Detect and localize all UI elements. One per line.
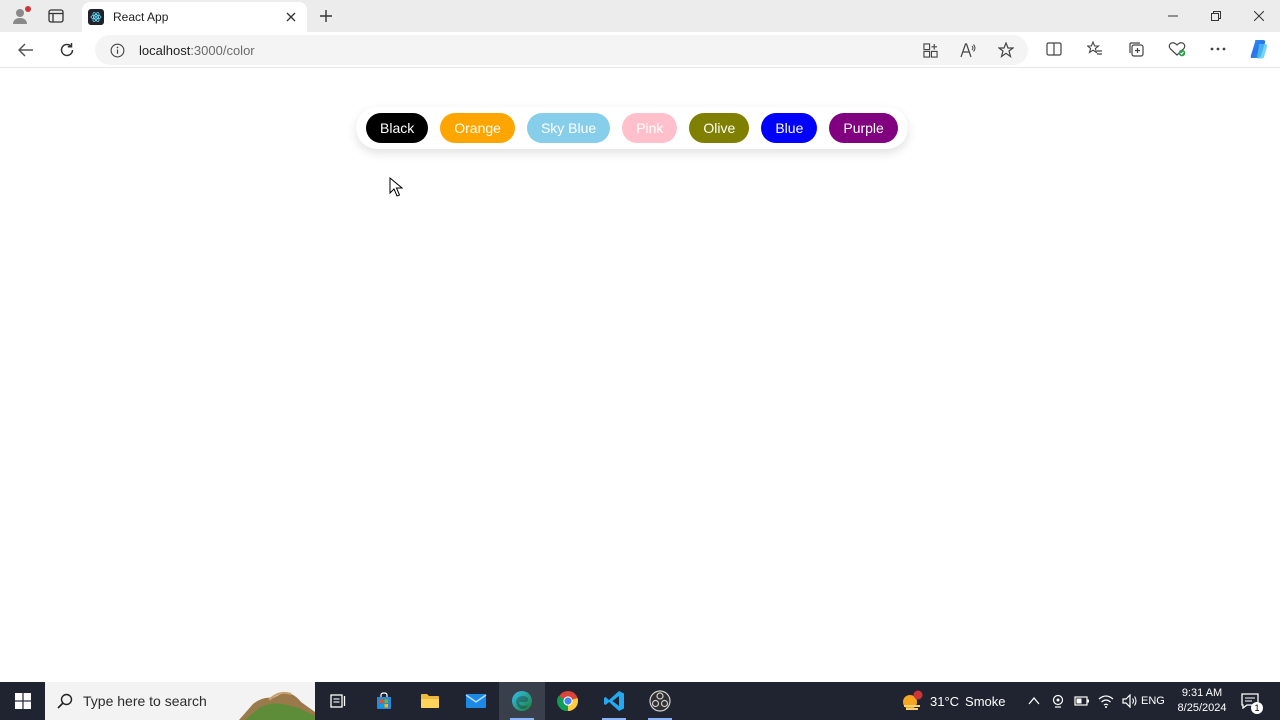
color-button-orange[interactable]: Orange <box>440 113 515 143</box>
star-icon[interactable] <box>994 39 1018 61</box>
address-bar-actions <box>918 39 1018 61</box>
color-button-black[interactable]: Black <box>366 113 429 143</box>
url-host: localhost <box>139 42 191 58</box>
new-tab-button[interactable] <box>315 5 337 27</box>
react-icon <box>88 9 104 25</box>
clock-time: 9:31 AM <box>1181 687 1223 699</box>
task-view-icon <box>330 694 346 708</box>
clock-date: 8/25/2024 <box>1177 702 1227 714</box>
page-content: Black Orange Sky Blue Pink Olive Blue Pu… <box>4 69 1276 679</box>
more-icon[interactable] <box>1206 38 1230 60</box>
weather-description: Smoke <box>965 693 1006 709</box>
microsoft-store-button[interactable] <box>361 682 407 720</box>
webcam-icon[interactable] <box>1050 693 1066 709</box>
tab-title: React App <box>113 10 169 24</box>
notification-badge: 1 <box>1251 702 1263 714</box>
browser-title-bar: React App <box>0 0 1280 32</box>
search-placeholder: Type here to search <box>83 693 207 709</box>
restore-button[interactable] <box>1194 0 1237 32</box>
address-bar[interactable]: localhost:3000/color <box>95 35 1028 65</box>
volume-icon[interactable] <box>1122 693 1138 709</box>
system-tray <box>1026 682 1138 720</box>
refresh-icon <box>60 43 74 57</box>
mail-icon <box>465 694 487 708</box>
weather-icon <box>903 690 923 710</box>
search-icon <box>55 691 75 711</box>
color-button-pink[interactable]: Pink <box>622 113 678 143</box>
close-window-button[interactable] <box>1237 0 1280 32</box>
browser-tab-active[interactable]: React App <box>82 2 307 32</box>
search-highlight-image <box>239 682 315 720</box>
read-aloud-icon[interactable] <box>956 39 980 61</box>
battery-icon[interactable] <box>1074 693 1090 709</box>
store-icon <box>377 692 391 709</box>
edge-icon <box>512 691 532 711</box>
copilot-icon[interactable] <box>1247 38 1271 60</box>
mail-button[interactable] <box>453 682 499 720</box>
file-explorer-button[interactable] <box>407 682 453 720</box>
close-icon <box>1253 11 1264 21</box>
weather-widget[interactable]: 31°C Smoke <box>900 682 1006 720</box>
profile-button[interactable] <box>8 5 32 27</box>
split-screen-icon[interactable] <box>1042 38 1066 60</box>
color-button-sky-blue[interactable]: Sky Blue <box>526 113 611 143</box>
url-text[interactable]: localhost:3000/color <box>139 43 255 58</box>
chrome-icon <box>557 691 578 712</box>
obs-button[interactable] <box>637 682 683 720</box>
taskbar-search[interactable]: Type here to search <box>45 682 315 720</box>
color-button-bar: Black Orange Sky Blue Pink Olive Blue Pu… <box>356 107 908 149</box>
obs-icon <box>649 690 671 712</box>
folder-icon <box>421 694 439 708</box>
window-controls <box>1151 0 1280 32</box>
windows-taskbar: Type here to search 31°C Smoke ENG 9:31 … <box>0 682 1280 720</box>
back-button[interactable] <box>14 38 38 62</box>
restore-icon <box>1210 11 1221 21</box>
tab-actions-icon <box>48 9 64 23</box>
color-button-olive[interactable]: Olive <box>689 113 750 143</box>
wifi-icon[interactable] <box>1098 693 1114 709</box>
chevron-up-icon[interactable] <box>1026 693 1042 709</box>
minimize-button[interactable] <box>1151 0 1194 32</box>
close-tab-button[interactable] <box>281 7 301 27</box>
plus-icon <box>320 10 332 22</box>
back-arrow-icon <box>18 43 33 57</box>
favorites-icon[interactable] <box>1083 38 1107 60</box>
url-path: :3000/color <box>190 42 255 58</box>
weather-temperature: 31°C <box>930 693 960 709</box>
mouse-cursor-icon <box>389 177 403 197</box>
taskbar-clock[interactable]: 9:31 AM 8/25/2024 <box>1172 686 1232 716</box>
edge-button[interactable] <box>499 682 545 720</box>
browser-toolbar: localhost:3000/color <box>0 32 1280 68</box>
vscode-button[interactable] <box>591 682 637 720</box>
windows-logo-icon <box>14 693 31 709</box>
close-icon <box>286 12 296 22</box>
collections-icon[interactable] <box>1124 38 1148 60</box>
refresh-button[interactable] <box>55 38 79 62</box>
chrome-button[interactable] <box>545 682 591 720</box>
start-button[interactable] <box>0 682 45 720</box>
language-indicator[interactable]: ENG <box>1141 682 1165 720</box>
profile-notification-dot <box>25 6 31 12</box>
taskbar-apps <box>315 682 683 720</box>
info-icon[interactable] <box>109 42 125 58</box>
minimize-icon <box>1167 15 1178 17</box>
tab-actions-button[interactable] <box>45 6 67 26</box>
browser-tools <box>1042 38 1271 60</box>
notification-center-button[interactable]: 1 <box>1238 690 1263 714</box>
color-button-blue[interactable]: Blue <box>761 113 818 143</box>
heart-pulse-icon[interactable] <box>1165 38 1189 60</box>
vscode-icon <box>604 691 624 711</box>
app-grid-icon[interactable] <box>918 39 942 61</box>
task-view-button[interactable] <box>315 682 361 720</box>
color-button-purple[interactable]: Purple <box>829 113 898 143</box>
